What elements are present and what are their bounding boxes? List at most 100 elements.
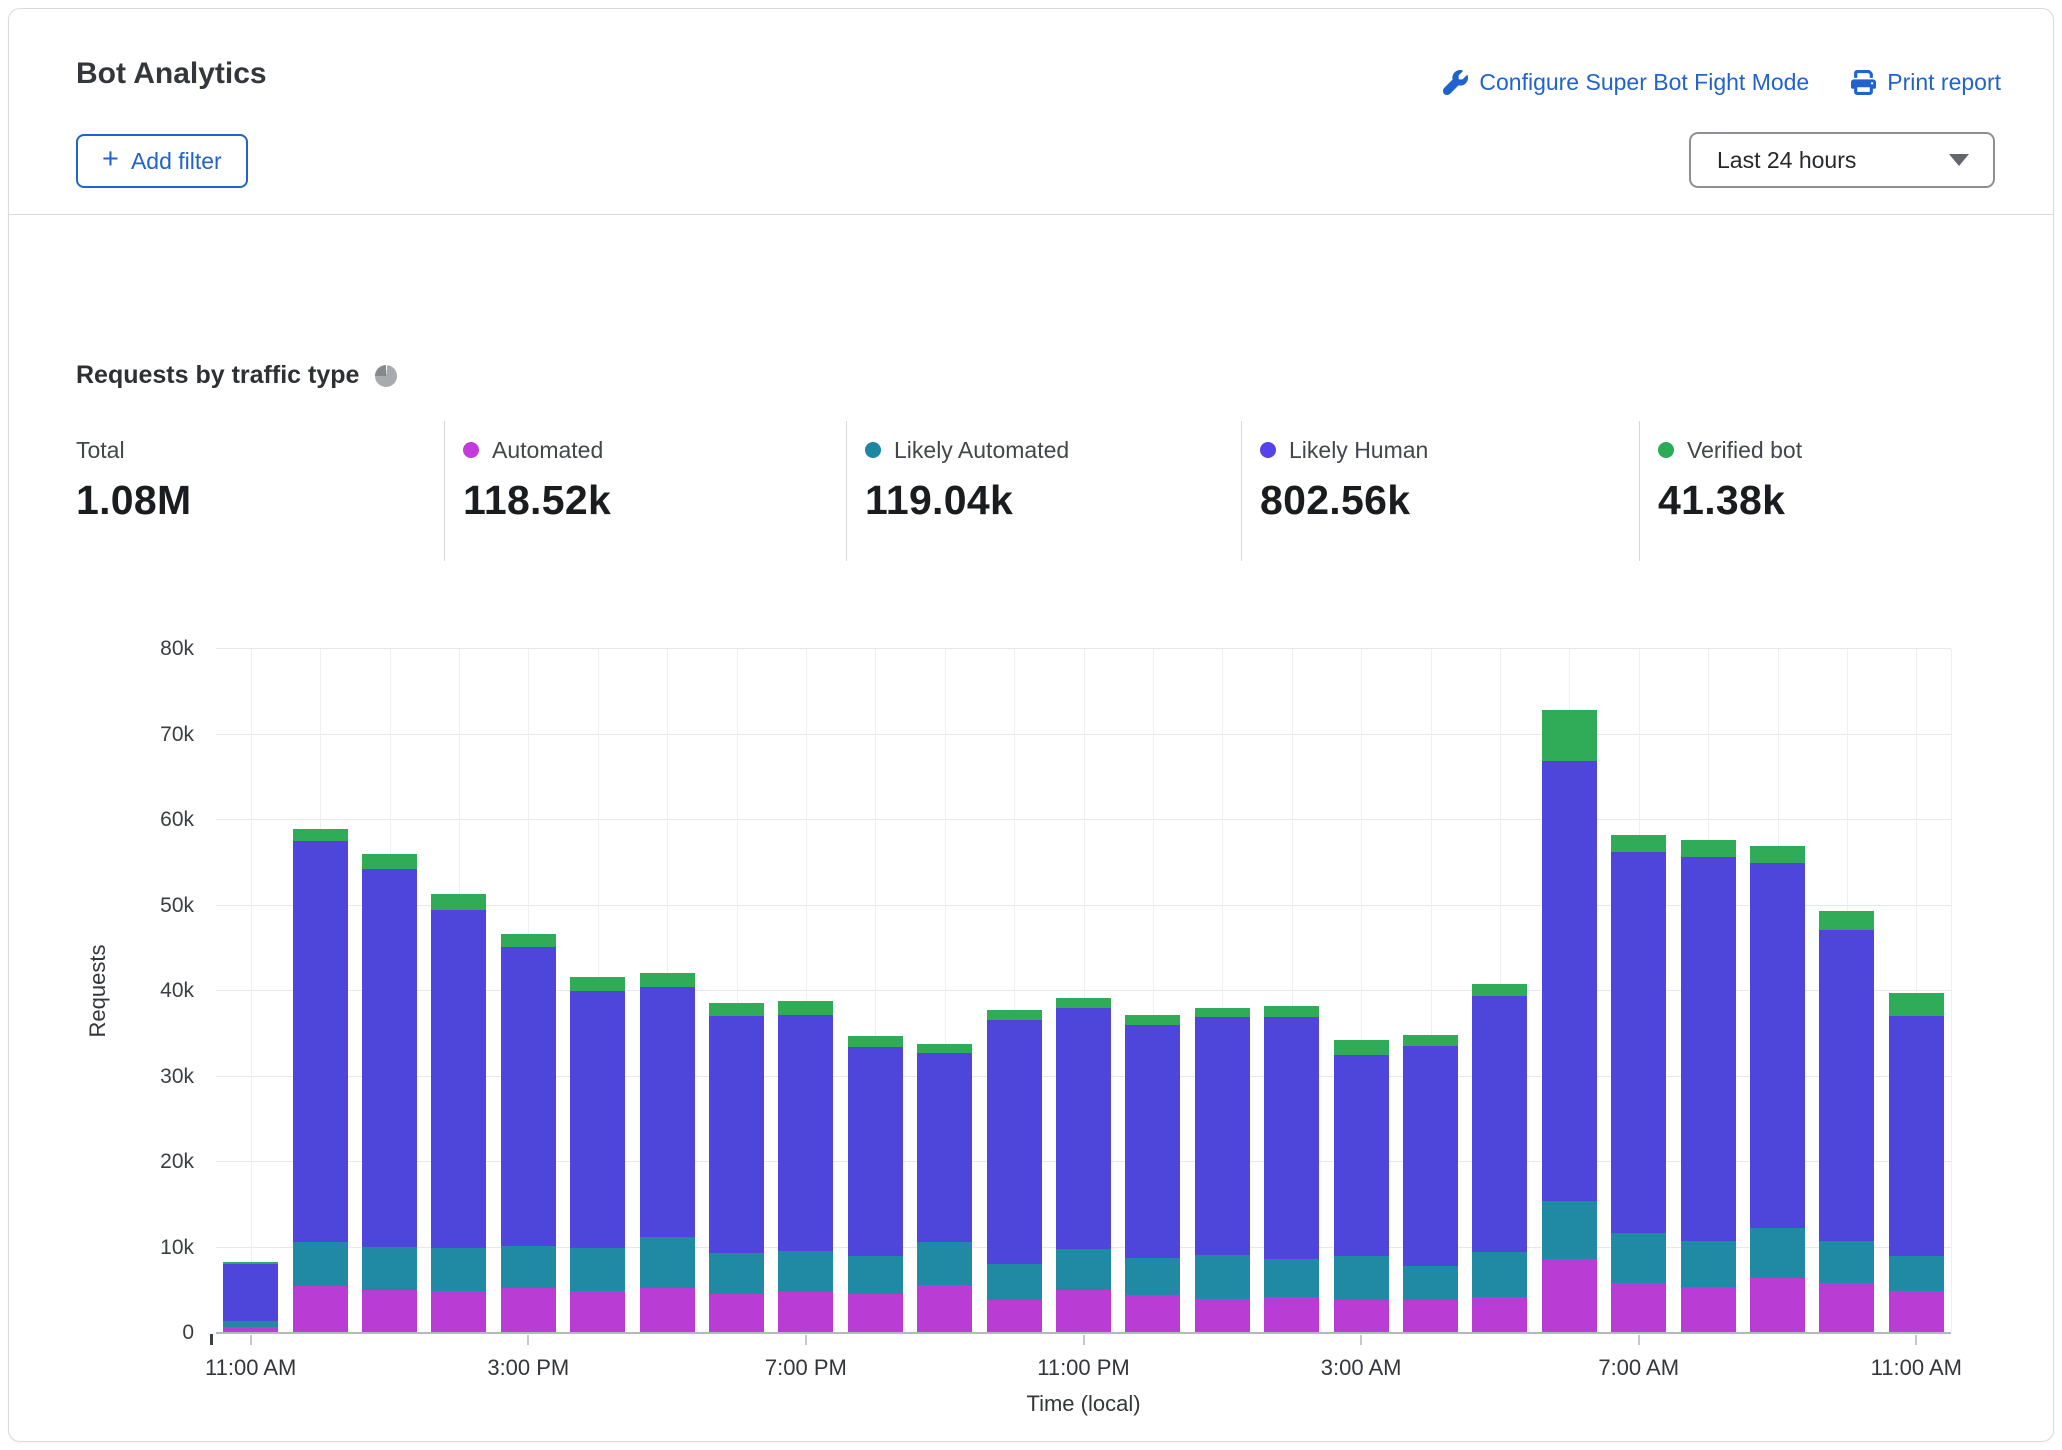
segment-likely-human <box>848 1047 903 1256</box>
bar-9:00 PM[interactable] <box>917 1044 972 1332</box>
segment-likely-human <box>293 841 348 1242</box>
bar-10:00 AM[interactable] <box>1819 911 1874 1332</box>
segment-verified-bot <box>570 977 625 991</box>
stat-total-label: Total <box>76 437 125 464</box>
bar-12:00 PM[interactable] <box>293 829 348 1332</box>
segment-automated <box>293 1286 348 1332</box>
section-title-row: Requests by traffic type <box>76 361 397 390</box>
segment-verified-bot <box>709 1003 764 1016</box>
bar-2:00 PM[interactable] <box>431 894 486 1332</box>
add-filter-button[interactable]: + Add filter <box>76 134 248 188</box>
segment-likely-automated <box>1611 1233 1666 1283</box>
bar-11:00 AM[interactable] <box>223 1262 278 1332</box>
bar-6:00 PM[interactable] <box>709 1003 764 1332</box>
segment-automated <box>1472 1297 1527 1332</box>
bar-7:00 AM[interactable] <box>1611 835 1666 1332</box>
segment-likely-automated <box>1334 1256 1389 1300</box>
segment-likely-human <box>570 991 625 1248</box>
bar-5:00 PM[interactable] <box>640 973 695 1332</box>
bar-11:00 PM[interactable] <box>1056 998 1111 1332</box>
bar-7:00 PM[interactable] <box>778 1001 833 1332</box>
segment-verified-bot <box>1750 846 1805 863</box>
segment-automated <box>917 1285 972 1332</box>
stat-likely-automated-label: Likely Automated <box>894 437 1069 464</box>
segment-verified-bot <box>293 829 348 841</box>
traffic-stats-row: Total 1.08M Automated 118.52k Likely Aut… <box>76 421 1993 561</box>
bar-8:00 PM[interactable] <box>848 1036 903 1332</box>
automated-legend-dot <box>463 442 479 458</box>
segment-likely-automated <box>917 1242 972 1285</box>
x-tick <box>1360 1335 1362 1345</box>
segment-verified-bot <box>1056 998 1111 1008</box>
x-tick-label: 11:00 AM <box>1871 1355 1962 1381</box>
header-links: Configure Super Bot Fight Mode Print rep… <box>1443 69 2001 96</box>
segment-likely-human <box>1611 852 1666 1233</box>
y-tick-label: 0 <box>182 1319 194 1347</box>
bar-4:00 PM[interactable] <box>570 977 625 1332</box>
stat-likely-human[interactable]: Likely Human 802.56k <box>1241 421 1639 561</box>
segment-automated <box>501 1288 556 1332</box>
configure-super-bot-fight-mode-link[interactable]: Configure Super Bot Fight Mode <box>1443 69 1809 96</box>
bar-9:00 AM[interactable] <box>1750 846 1805 1332</box>
bar-5:00 AM[interactable] <box>1472 984 1527 1332</box>
segment-likely-automated <box>1681 1241 1736 1286</box>
x-tick-label: 11:00 PM <box>1037 1355 1130 1381</box>
x-tick <box>805 1335 807 1345</box>
time-range-value: Last 24 hours <box>1691 147 1949 174</box>
bar-10:00 PM[interactable] <box>987 1010 1042 1332</box>
segment-likely-human <box>1472 996 1527 1252</box>
y-tick-label: 20k <box>160 1148 194 1176</box>
segment-likely-human <box>987 1020 1042 1264</box>
bar-8:00 AM[interactable] <box>1681 840 1736 1332</box>
segment-likely-human <box>1264 1017 1319 1259</box>
stat-automated[interactable]: Automated 118.52k <box>444 421 846 561</box>
bar-1:00 AM[interactable] <box>1195 1008 1250 1332</box>
y-tick-label: 60k <box>160 806 194 834</box>
bar-4:00 AM[interactable] <box>1403 1035 1458 1333</box>
segment-automated <box>1889 1291 1944 1332</box>
print-report-link[interactable]: Print report <box>1851 69 2001 96</box>
segment-verified-bot <box>1334 1040 1389 1055</box>
y-tick-label: 10k <box>160 1234 194 1262</box>
verified-bot-legend-dot <box>1658 442 1674 458</box>
segment-likely-automated <box>1195 1255 1250 1299</box>
bar-6:00 AM[interactable] <box>1542 710 1597 1332</box>
x-tick <box>1638 1335 1640 1345</box>
segment-verified-bot <box>1195 1008 1250 1017</box>
segment-verified-bot <box>431 894 486 909</box>
y-tick-label: 80k <box>160 635 194 663</box>
segment-automated <box>778 1292 833 1332</box>
segment-likely-human <box>640 987 695 1237</box>
stat-automated-label: Automated <box>492 437 603 464</box>
chevron-down-icon <box>1949 154 1969 166</box>
segment-verified-bot <box>1542 710 1597 761</box>
bar-1:00 PM[interactable] <box>362 854 417 1332</box>
segment-likely-human <box>223 1264 278 1321</box>
time-range-dropdown[interactable]: Last 24 hours <box>1689 132 1995 188</box>
segment-automated <box>431 1291 486 1332</box>
section-title: Requests by traffic type <box>76 361 359 390</box>
segment-verified-bot <box>1819 911 1874 930</box>
page-title: Bot Analytics <box>76 57 267 91</box>
bar-11:00 AM[interactable] <box>1889 993 1944 1332</box>
bar-3:00 PM[interactable] <box>501 934 556 1332</box>
segment-likely-automated <box>778 1251 833 1292</box>
bar-12:00 AM[interactable] <box>1125 1015 1180 1332</box>
x-tick-label: 7:00 AM <box>1598 1355 1679 1381</box>
x-tick-label: 3:00 PM <box>487 1355 569 1381</box>
segment-likely-automated <box>987 1264 1042 1300</box>
stat-verified-bot-value: 41.38k <box>1658 477 1993 524</box>
segment-likely-human <box>1542 761 1597 1201</box>
stat-verified-bot[interactable]: Verified bot 41.38k <box>1639 421 1993 561</box>
x-tick-label: 3:00 AM <box>1321 1355 1402 1381</box>
stat-verified-bot-label: Verified bot <box>1687 437 1802 464</box>
stat-likely-automated[interactable]: Likely Automated 119.04k <box>846 421 1241 561</box>
segment-verified-bot <box>1611 835 1666 851</box>
requests-stacked-bar-chart: Requests Time (local) 010k20k30k40k50k60… <box>216 649 1951 1333</box>
bar-3:00 AM[interactable] <box>1334 1040 1389 1332</box>
bar-2:00 AM[interactable] <box>1264 1006 1319 1332</box>
stat-likely-human-value: 802.56k <box>1260 477 1639 524</box>
segment-automated <box>570 1291 625 1332</box>
add-filter-label: Add filter <box>131 148 222 175</box>
segment-automated <box>848 1294 903 1332</box>
